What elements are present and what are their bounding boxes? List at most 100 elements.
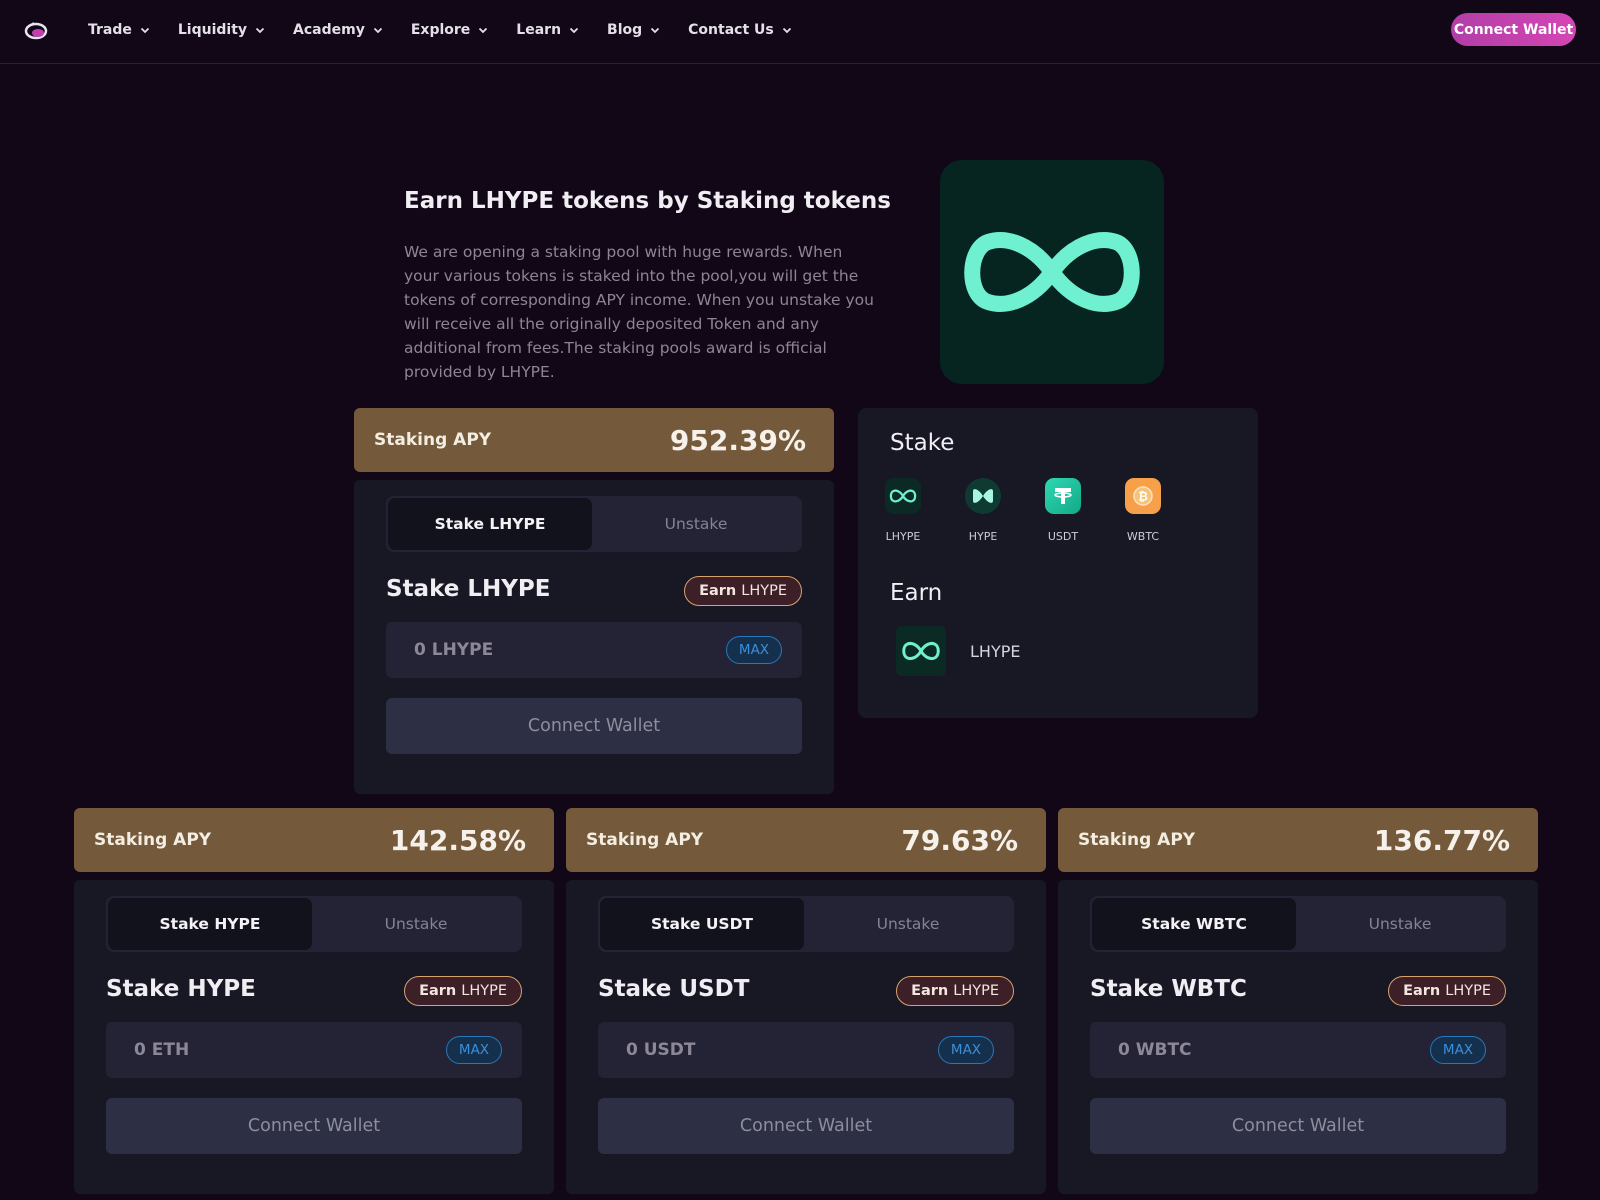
token-hype[interactable]: HYPE bbox=[948, 478, 1018, 543]
connect-wallet-button[interactable]: Connect Wallet bbox=[1451, 13, 1576, 46]
tab-unstake[interactable]: Unstake bbox=[314, 898, 518, 950]
stake-title: Stake LHYPE bbox=[386, 576, 551, 602]
apy-header-lhype: Staking APY 952.39% bbox=[354, 408, 834, 472]
earn-badge-token: LHYPE bbox=[461, 983, 507, 999]
stake-tabs: Stake HYPE Unstake bbox=[106, 896, 522, 952]
chevron-down-icon bbox=[569, 27, 579, 34]
earn-badge-token: LHYPE bbox=[741, 583, 787, 599]
apy-value: 952.39% bbox=[669, 423, 806, 457]
token-name: USDT bbox=[1047, 530, 1079, 543]
hype-icon bbox=[965, 478, 1001, 514]
stake-tabs: Stake USDT Unstake bbox=[598, 896, 1014, 952]
chevron-down-icon bbox=[373, 27, 382, 34]
earn-token-row: LHYPE bbox=[896, 626, 1020, 676]
connect-wallet-button[interactable]: Connect Wallet bbox=[106, 1098, 522, 1154]
amount-input[interactable] bbox=[106, 1022, 426, 1078]
amount-input[interactable] bbox=[1090, 1022, 1410, 1078]
stake-card-lhype: Stake LHYPE Unstake Stake LHYPE Earn LHY… bbox=[354, 480, 834, 794]
earn-badge: Earn LHYPE bbox=[404, 976, 522, 1006]
nav-item-label: Liquidity bbox=[177, 22, 248, 38]
stake-title: Stake HYPE bbox=[106, 976, 256, 1002]
nav-menu: Trade Liquidity Academy Explore Learn Bl… bbox=[88, 0, 820, 60]
stake-tabs: Stake LHYPE Unstake bbox=[386, 496, 802, 552]
tab-stake[interactable]: Stake USDT bbox=[600, 898, 804, 950]
chevron-down-icon bbox=[651, 27, 660, 34]
tab-unstake[interactable]: Unstake bbox=[594, 498, 798, 550]
hero-description: We are opening a staking pool with huge … bbox=[404, 243, 874, 381]
earn-badge: Earn LHYPE bbox=[896, 976, 1014, 1006]
tab-stake[interactable]: Stake LHYPE bbox=[388, 498, 592, 550]
apy-value: 142.58% bbox=[389, 823, 526, 857]
tab-stake[interactable]: Stake HYPE bbox=[108, 898, 312, 950]
amount-field: MAX bbox=[386, 622, 802, 678]
nav-item-explore[interactable]: Explore bbox=[411, 22, 488, 38]
stake-info-panel: Stake LHYPE HYPE USDT ₿ WBTC Earn LHYPE bbox=[858, 408, 1258, 718]
amount-field: MAX bbox=[598, 1022, 1014, 1078]
nav-item-label: Learn bbox=[516, 22, 562, 38]
lhype-infinity-icon bbox=[964, 232, 1140, 312]
token-lhype[interactable]: LHYPE bbox=[868, 478, 938, 543]
chevron-down-icon bbox=[782, 27, 791, 34]
stake-tabs: Stake WBTC Unstake bbox=[1090, 896, 1506, 952]
amount-field: MAX bbox=[1090, 1022, 1506, 1078]
earn-heading: Earn bbox=[890, 580, 943, 606]
lhype-infinity-icon bbox=[896, 626, 946, 676]
nav-item-learn[interactable]: Learn bbox=[516, 22, 579, 38]
nav-item-label: Contact Us bbox=[688, 22, 774, 38]
apy-header-usdt: Staking APY 79.63% bbox=[566, 808, 1046, 872]
tab-unstake[interactable]: Unstake bbox=[1298, 898, 1502, 950]
usdt-tether-icon bbox=[1045, 478, 1081, 514]
apy-value: 136.77% bbox=[1373, 823, 1510, 857]
earn-badge: Earn LHYPE bbox=[684, 576, 802, 606]
svg-text:₿: ₿ bbox=[1138, 490, 1148, 504]
apy-header-wbtc: Staking APY 136.77% bbox=[1058, 808, 1538, 872]
apy-header-hype: Staking APY 142.58% bbox=[74, 808, 554, 872]
connect-wallet-button[interactable]: Connect Wallet bbox=[386, 698, 802, 754]
max-button[interactable]: MAX bbox=[1430, 1036, 1486, 1064]
apy-label: Staking APY bbox=[1078, 830, 1196, 850]
nav-item-contact-us[interactable]: Contact Us bbox=[688, 22, 792, 38]
top-navbar: Trade Liquidity Academy Explore Learn Bl… bbox=[0, 0, 1600, 64]
earn-token-name: LHYPE bbox=[970, 641, 1021, 661]
token-name: HYPE bbox=[968, 530, 998, 543]
nav-item-trade[interactable]: Trade bbox=[88, 22, 150, 38]
nav-item-liquidity[interactable]: Liquidity bbox=[178, 22, 265, 38]
nav-item-label: Explore bbox=[410, 22, 471, 38]
amount-input[interactable] bbox=[598, 1022, 918, 1078]
earn-badge-label: Earn bbox=[419, 983, 457, 999]
earn-badge-token: LHYPE bbox=[953, 983, 999, 999]
max-button[interactable]: MAX bbox=[726, 636, 782, 664]
wbtc-bitcoin-icon: ₿ bbox=[1125, 478, 1161, 514]
max-button[interactable]: MAX bbox=[938, 1036, 994, 1064]
stake-card-usdt: Stake USDT Unstake Stake USDT Earn LHYPE… bbox=[566, 880, 1046, 1194]
stake-title: Stake USDT bbox=[598, 976, 750, 1002]
logo-icon[interactable] bbox=[24, 20, 48, 42]
token-wbtc[interactable]: ₿ WBTC bbox=[1108, 478, 1178, 543]
earn-badge-label: Earn bbox=[1403, 983, 1441, 999]
token-usdt[interactable]: USDT bbox=[1028, 478, 1098, 543]
stake-card-wbtc: Stake WBTC Unstake Stake WBTC Earn LHYPE… bbox=[1058, 880, 1538, 1194]
amount-input[interactable] bbox=[386, 622, 706, 678]
tab-unstake[interactable]: Unstake bbox=[806, 898, 1010, 950]
nav-item-academy[interactable]: Academy bbox=[293, 22, 383, 38]
stake-title: Stake WBTC bbox=[1090, 976, 1247, 1002]
earn-badge-label: Earn bbox=[699, 583, 737, 599]
apy-value: 79.63% bbox=[901, 823, 1018, 857]
token-name: LHYPE bbox=[885, 530, 921, 543]
lhype-infinity-icon bbox=[885, 478, 921, 514]
chevron-down-icon bbox=[479, 27, 488, 34]
earn-badge-label: Earn bbox=[911, 983, 949, 999]
nav-item-label: Academy bbox=[293, 22, 365, 38]
connect-wallet-button[interactable]: Connect Wallet bbox=[598, 1098, 1014, 1154]
apy-label: Staking APY bbox=[374, 430, 492, 450]
connect-wallet-button[interactable]: Connect Wallet bbox=[1090, 1098, 1506, 1154]
tab-stake[interactable]: Stake WBTC bbox=[1092, 898, 1296, 950]
apy-label: Staking APY bbox=[94, 830, 212, 850]
stake-heading: Stake bbox=[890, 430, 955, 456]
nav-item-label: Blog bbox=[607, 22, 643, 38]
amount-field: MAX bbox=[106, 1022, 522, 1078]
max-button[interactable]: MAX bbox=[446, 1036, 502, 1064]
token-name: WBTC bbox=[1126, 530, 1160, 543]
nav-item-blog[interactable]: Blog bbox=[607, 22, 660, 38]
apy-label: Staking APY bbox=[586, 830, 704, 850]
